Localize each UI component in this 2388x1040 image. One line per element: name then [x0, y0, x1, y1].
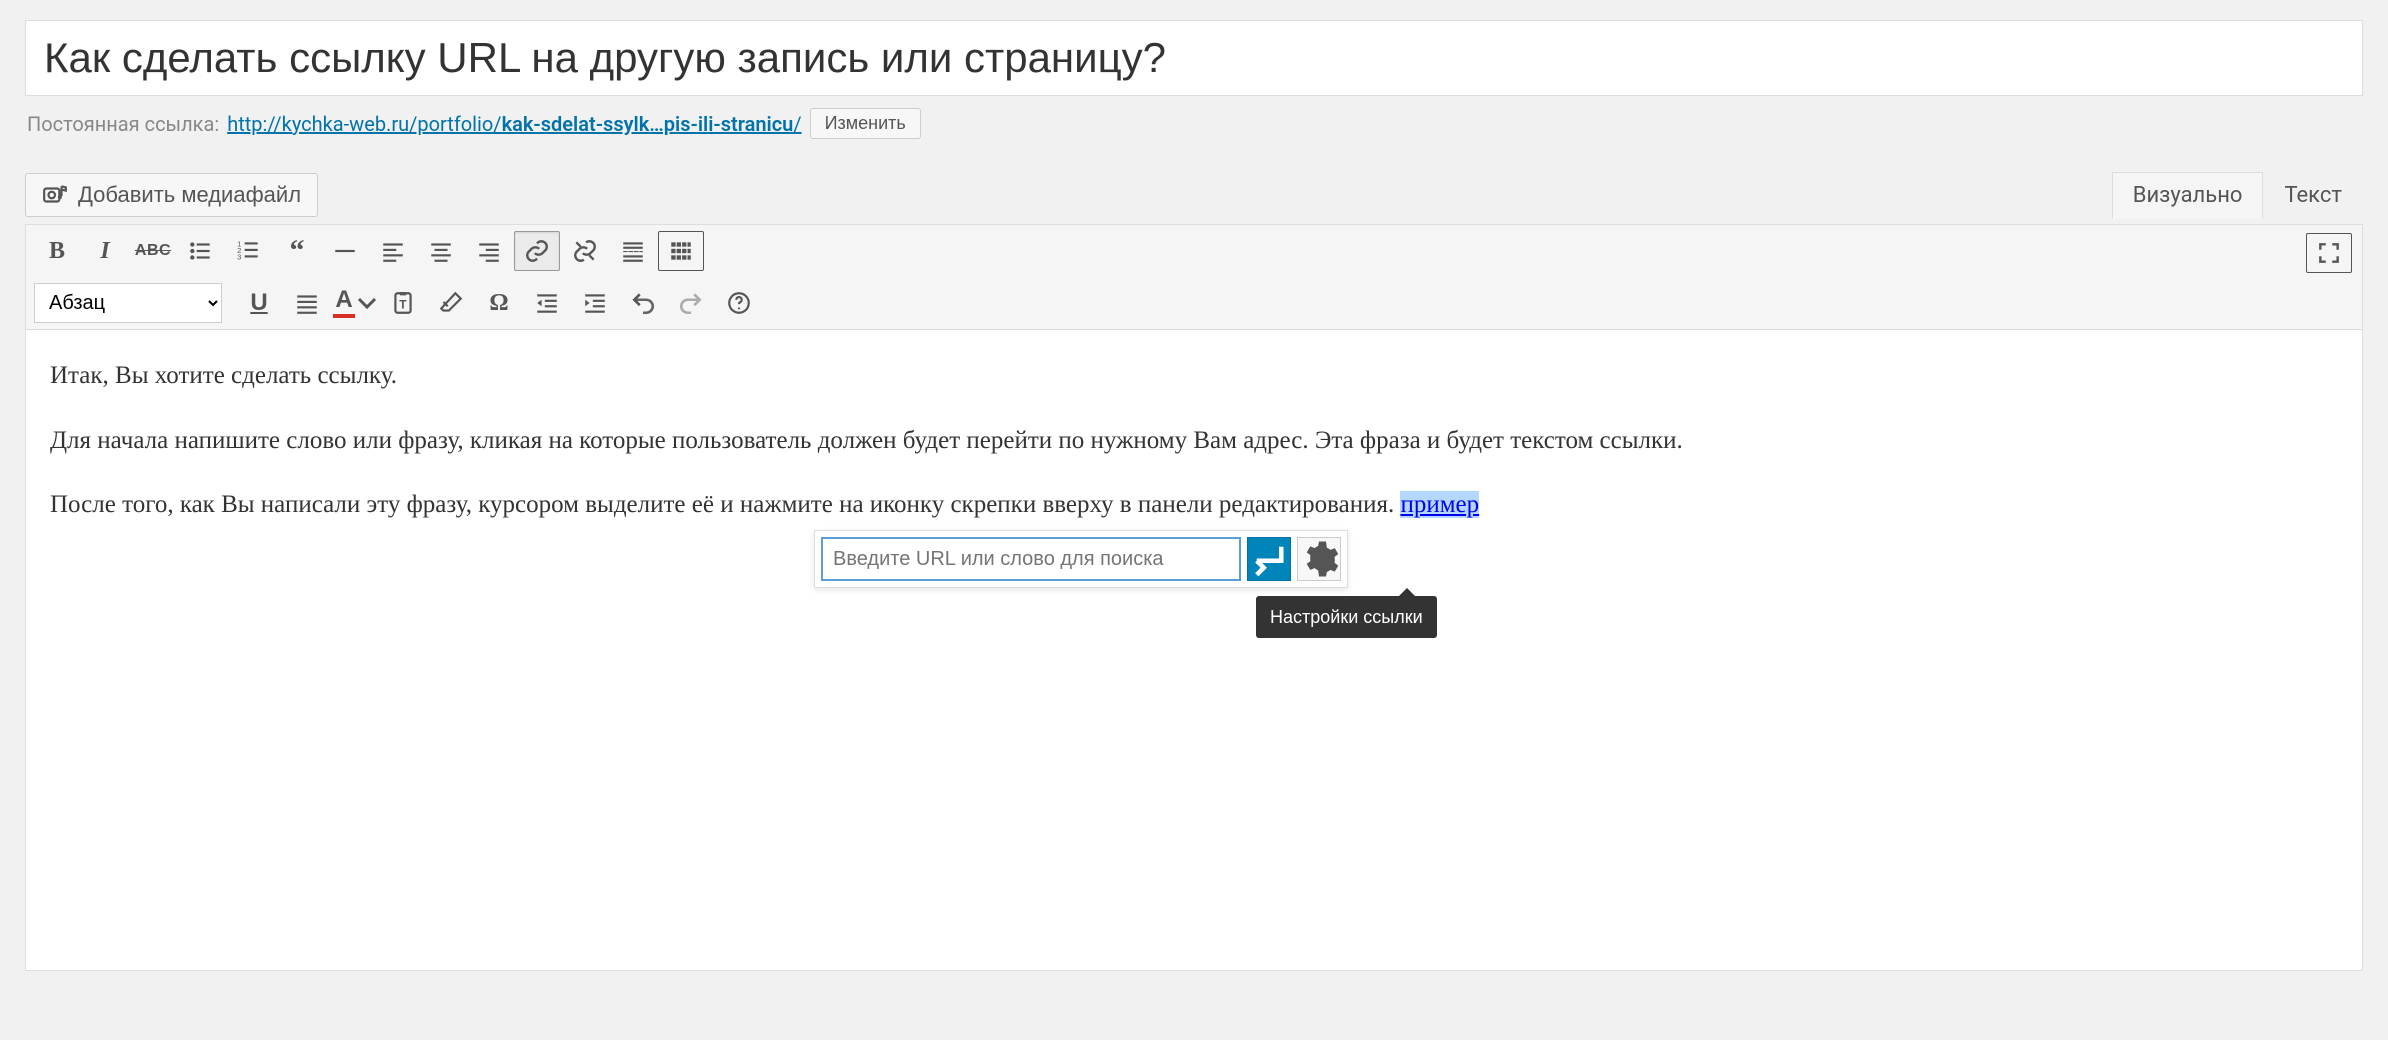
permalink-link[interactable]: http://kychka-web.ru/portfolio/kak-sdela…: [227, 112, 801, 136]
eraser-icon: [438, 290, 464, 316]
align-left-icon: [380, 238, 406, 264]
editor: B I ABC 123 “: [25, 224, 2363, 971]
permalink-row: Постоянная ссылка: http://kychka-web.ru/…: [25, 96, 2363, 139]
permalink-label: Постоянная ссылка:: [27, 112, 219, 136]
insert-link-popup: [814, 530, 1348, 588]
paste-text-button[interactable]: T: [380, 283, 426, 323]
align-center-button[interactable]: [418, 231, 464, 271]
redo-button[interactable]: [668, 283, 714, 323]
align-justify-button[interactable]: [284, 283, 330, 323]
outdent-icon: [534, 290, 560, 316]
align-left-button[interactable]: [370, 231, 416, 271]
help-button[interactable]: [716, 283, 762, 323]
toolbar: B I ABC 123 “: [26, 225, 2362, 330]
kitchen-sink-button[interactable]: [658, 231, 704, 271]
editor-tabs: Визуально Текст: [2112, 171, 2363, 218]
list-ol-icon: 123: [236, 238, 262, 264]
chevron-down-icon: [357, 290, 377, 316]
list-ul-icon: [188, 238, 214, 264]
align-justify-icon: [294, 290, 320, 316]
tab-text[interactable]: Текст: [2263, 172, 2363, 219]
remove-link-button[interactable]: [562, 231, 608, 271]
add-media-button[interactable]: Добавить медиафайл: [25, 173, 318, 217]
hr-icon: [332, 238, 358, 264]
text-color-button[interactable]: A: [332, 283, 378, 323]
hr-button[interactable]: [322, 231, 368, 271]
link-apply-button[interactable]: [1247, 537, 1291, 581]
clipboard-text-icon: T: [390, 290, 416, 316]
blockquote-button[interactable]: “: [274, 231, 320, 271]
link-url-input[interactable]: [821, 537, 1241, 581]
gear-icon: [1298, 538, 1340, 580]
link-settings-tooltip: Настройки ссылки: [1256, 596, 1437, 638]
undo-icon: [630, 290, 656, 316]
bold-button[interactable]: B: [34, 231, 80, 271]
numbered-list-button[interactable]: 123: [226, 231, 272, 271]
content-paragraph: Итак, Вы хотите сделать ссылку.: [50, 358, 2338, 394]
outdent-button[interactable]: [524, 283, 570, 323]
fullscreen-icon: [2316, 240, 2342, 266]
selected-link-text[interactable]: пример: [1400, 491, 1479, 518]
align-center-icon: [428, 238, 454, 264]
special-char-button[interactable]: Ω: [476, 283, 522, 323]
content-paragraph: После того, как Вы написали эту фразу, к…: [50, 487, 2338, 523]
permalink-edit-button[interactable]: Изменить: [810, 108, 921, 139]
link-settings-button[interactable]: [1297, 537, 1341, 581]
indent-button[interactable]: [572, 283, 618, 323]
italic-button[interactable]: I: [82, 231, 128, 271]
content-paragraph: Для начала напишите слово или фразу, кли…: [50, 423, 2338, 459]
align-right-icon: [476, 238, 502, 264]
underline-button[interactable]: U: [236, 283, 282, 323]
undo-button[interactable]: [620, 283, 666, 323]
paragraph-format-select[interactable]: Абзац: [34, 283, 222, 323]
insert-more-button[interactable]: [610, 231, 656, 271]
clear-formatting-button[interactable]: [428, 283, 474, 323]
svg-text:T: T: [399, 298, 407, 312]
tab-visual[interactable]: Визуально: [2112, 172, 2264, 219]
svg-text:3: 3: [237, 253, 241, 262]
read-more-icon: [620, 238, 646, 264]
help-icon: [726, 290, 752, 316]
bullet-list-button[interactable]: [178, 231, 224, 271]
camera-music-icon: [42, 182, 68, 208]
strikethrough-button[interactable]: ABC: [130, 231, 176, 271]
link-icon: [524, 238, 550, 264]
enter-icon: [1248, 538, 1290, 580]
toolbar-toggle-icon: [668, 238, 694, 264]
post-title-input[interactable]: [25, 20, 2363, 96]
redo-icon: [678, 290, 704, 316]
unlink-icon: [572, 238, 598, 264]
align-right-button[interactable]: [466, 231, 512, 271]
editor-content[interactable]: Итак, Вы хотите сделать ссылку. Для нача…: [26, 330, 2362, 970]
insert-link-button[interactable]: [514, 231, 560, 271]
fullscreen-button[interactable]: [2306, 233, 2352, 273]
indent-icon: [582, 290, 608, 316]
strikethrough-icon: ABC: [135, 242, 171, 260]
